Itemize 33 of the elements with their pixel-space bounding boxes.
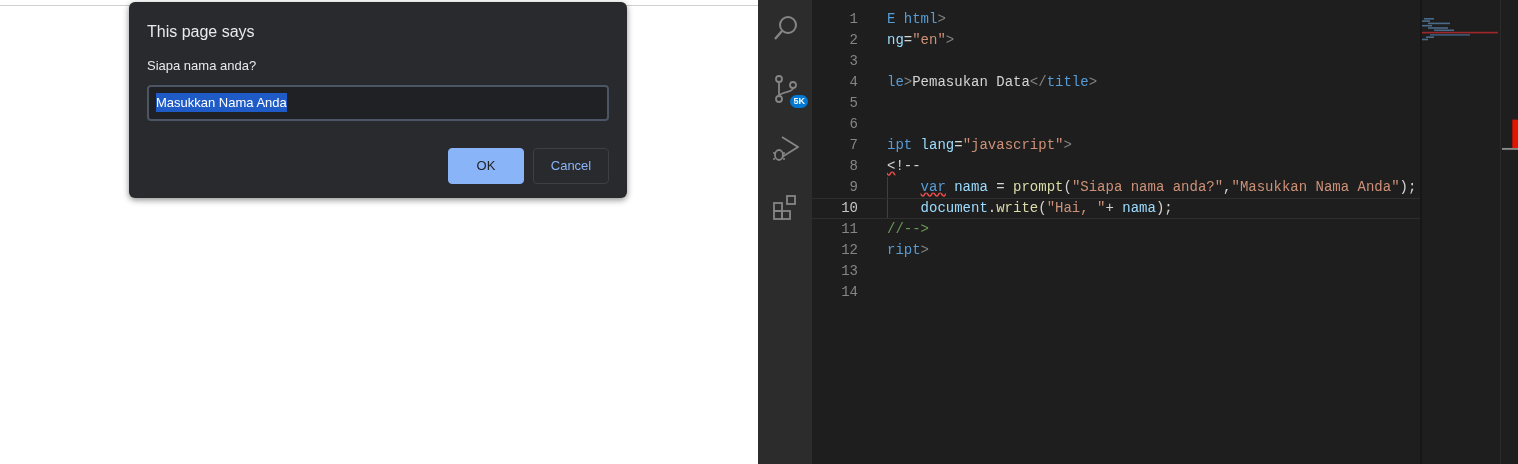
run-debug-icon[interactable] — [771, 133, 799, 163]
code-line: ript> — [887, 241, 929, 260]
minimap-drawing[interactable] — [1422, 18, 1498, 42]
code-line: //--> — [887, 220, 929, 239]
code-line: ng="en"> — [887, 31, 955, 50]
code-line: document.write("Hai, "+ nama); — [887, 199, 1173, 218]
line-number: 11 — [840, 220, 858, 239]
line-number: 8 — [848, 157, 858, 176]
cancel-button[interactable]: Cancel — [533, 147, 609, 184]
count-badge: 5K — [790, 95, 808, 108]
line-number: 14 — [840, 283, 858, 302]
input-field[interactable]: Masukkan Nama Anda — [147, 84, 609, 121]
line-number: 1 — [848, 10, 858, 29]
extensions-icon[interactable] — [771, 193, 799, 223]
line-number: 6 — [848, 115, 858, 134]
line-number: 4 — [848, 73, 858, 92]
line-number: 2 — [848, 31, 858, 50]
scrollbar-drawing[interactable] — [1500, 0, 1518, 464]
dialog-title: This page says — [147, 22, 256, 42]
line-number: 3 — [848, 52, 858, 71]
ok-button[interactable]: OK — [448, 147, 524, 184]
code-line: var nama = prompt("Siapa nama anda?","Masukkan Nama Anda"); — [887, 177, 1417, 198]
line-number: 12 — [840, 241, 858, 260]
line-number: 10 — [840, 199, 858, 218]
line-number: 13 — [840, 262, 858, 281]
line-number: 7 — [848, 136, 858, 155]
code-line: ipt lang="javascript"> — [887, 136, 1072, 155]
code-line: E html> — [887, 10, 946, 29]
line-number: 5 — [848, 94, 858, 113]
code-line: <!-- — [887, 157, 921, 176]
code-line: le>Pemasukan Data</title> — [887, 73, 1098, 92]
line-number: 9 — [848, 178, 858, 197]
dialog-message: Siapa nama anda? — [147, 57, 258, 75]
